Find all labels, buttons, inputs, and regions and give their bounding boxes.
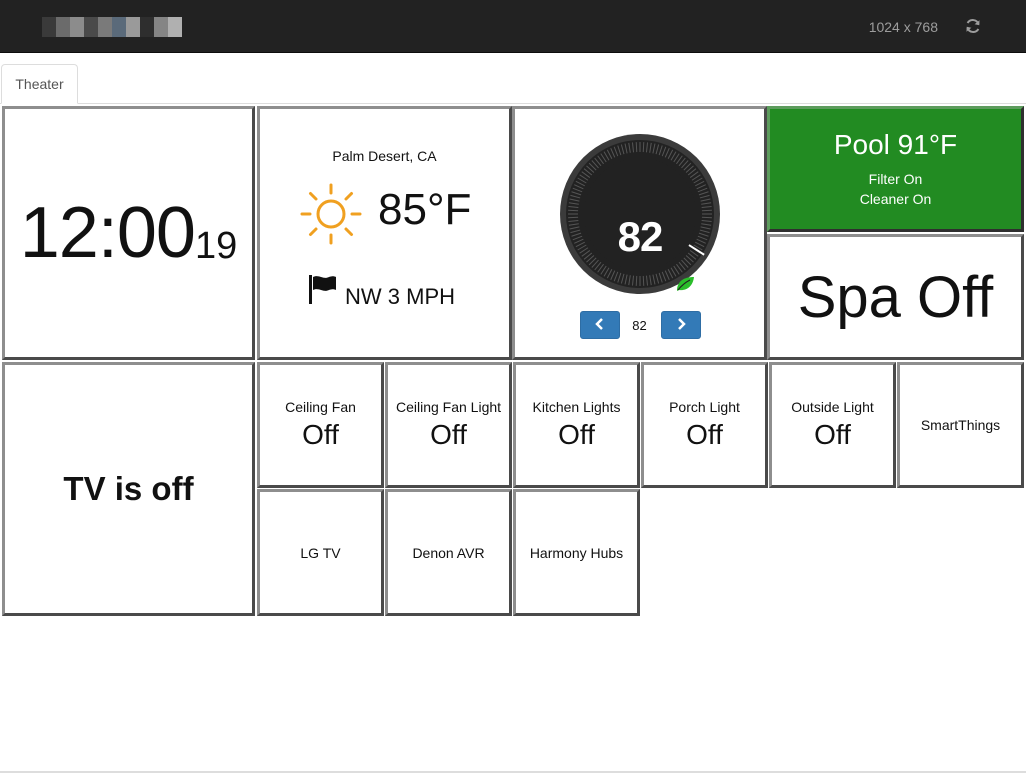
switch-label: Ceiling Fan Light xyxy=(395,399,502,415)
brand-pixel xyxy=(42,17,56,37)
tv-tile[interactable]: TV is off xyxy=(2,362,255,616)
brand-pixel xyxy=(112,17,126,37)
dial-tick xyxy=(635,275,638,286)
brand-pixel xyxy=(168,17,182,37)
dial-tick xyxy=(642,142,645,153)
brand-pixel xyxy=(140,17,154,37)
pool-title: Pool 91°F xyxy=(833,129,958,160)
switch-porch-light[interactable]: Porch Light Off xyxy=(641,362,768,488)
switch-state: Off xyxy=(430,419,467,450)
chevron-right-icon xyxy=(675,317,687,333)
spa-status: Spa Off xyxy=(797,264,994,330)
link-label: LG TV xyxy=(300,544,341,561)
dial-tick xyxy=(568,209,579,212)
switch-ceiling-fan[interactable]: Ceiling Fan Off xyxy=(257,362,384,488)
switch-label: Kitchen Lights xyxy=(532,399,621,415)
thermostat-tile[interactable]: 82 82 82 xyxy=(512,106,767,360)
tv-status: TV is off xyxy=(63,470,194,507)
tab-theater[interactable]: Theater xyxy=(1,64,78,104)
switch-state: Off xyxy=(686,419,723,450)
brand-pixel xyxy=(70,17,84,37)
link-smartthings[interactable]: SmartThings xyxy=(897,362,1024,488)
dial-tick xyxy=(635,142,638,153)
weather-tile[interactable]: Palm Desert, CA 85°F NW 3 MPH xyxy=(257,106,512,360)
brand-pixel xyxy=(154,17,168,37)
thermostat-setpoint: 82 xyxy=(632,318,647,333)
page-bottom-border xyxy=(0,771,1026,773)
switch-label: Ceiling Fan xyxy=(285,399,356,415)
pool-cleaner-status: Cleaner On xyxy=(859,191,932,207)
link-lg-tv[interactable]: LG TV xyxy=(257,489,384,616)
link-harmony-hubs[interactable]: Harmony Hubs xyxy=(513,489,640,616)
dial-tick xyxy=(642,275,645,286)
dial-tick xyxy=(701,209,712,212)
weather-location: Palm Desert, CA xyxy=(332,148,437,164)
weather-wind: NW 3 MPH xyxy=(345,284,455,309)
navbar: 1024 x 768 xyxy=(0,0,1026,53)
link-denon-avr[interactable]: Denon AVR xyxy=(385,489,512,616)
switch-ceiling-fan-light[interactable]: Ceiling Fan Light Off xyxy=(385,362,512,488)
switch-state: Off xyxy=(302,419,339,450)
pool-tile[interactable]: Pool 91°F Filter On Cleaner On xyxy=(767,106,1024,232)
sun-icon xyxy=(298,181,364,252)
link-label: Harmony Hubs xyxy=(529,544,624,561)
link-label: Denon AVR xyxy=(412,544,485,561)
brand-logo[interactable] xyxy=(42,17,182,37)
switch-outside-light[interactable]: Outside Light Off xyxy=(769,362,896,488)
switch-state: Off xyxy=(814,419,851,450)
brand-pixel xyxy=(98,17,112,37)
switch-kitchen-lights[interactable]: Kitchen Lights Off xyxy=(513,362,640,488)
link-label: SmartThings xyxy=(920,417,1001,433)
clock-tile[interactable]: 12:00 19 xyxy=(2,106,255,360)
spa-tile[interactable]: Spa Off xyxy=(767,234,1024,360)
clock-time: 12:00 xyxy=(19,193,196,273)
switch-label: Outside Light xyxy=(791,399,874,415)
flag-icon xyxy=(307,273,339,310)
brand-pixel xyxy=(84,17,98,37)
thermostat-current: 82 xyxy=(737,260,746,269)
clock: 12:00 19 xyxy=(20,197,237,269)
leaf-icon xyxy=(675,275,695,298)
switch-state: Off xyxy=(558,419,595,450)
switch-label: Porch Light xyxy=(669,399,740,415)
brand-pixel xyxy=(126,17,140,37)
resolution-label: 1024 x 768 xyxy=(868,19,938,35)
temperature-up-button[interactable] xyxy=(661,311,701,339)
clock-seconds: 19 xyxy=(194,225,238,267)
thermostat-target: 82 xyxy=(617,213,664,260)
pool-filter-status: Filter On xyxy=(868,171,923,187)
refresh-icon[interactable] xyxy=(964,17,982,35)
tab-bar: Theater xyxy=(0,53,1026,104)
thermostat-dial[interactable]: 82 82 xyxy=(559,133,746,300)
brand-pixel xyxy=(56,17,70,37)
weather-temperature: 85°F xyxy=(378,185,472,234)
